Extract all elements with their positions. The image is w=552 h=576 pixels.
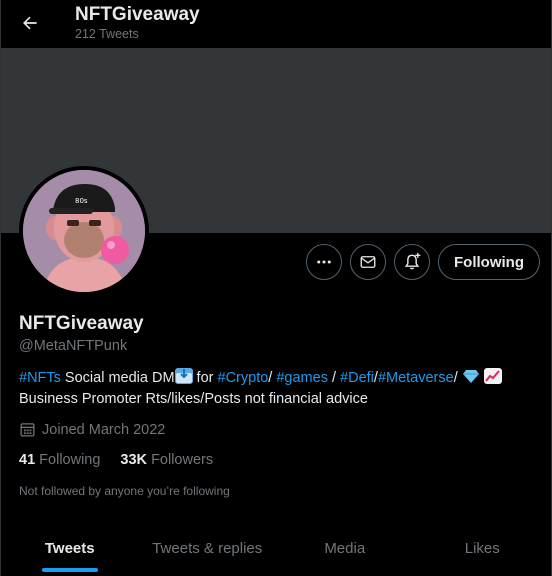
- svg-text:80s: 80s: [75, 197, 88, 205]
- ape-avatar-illustration: 80s: [23, 170, 145, 292]
- profile-bio: #NFTs Social media DM for #Crypto / #game…: [19, 368, 539, 410]
- bell-plus-icon: [404, 252, 421, 270]
- joined-text: Joined March 2022: [42, 421, 166, 438]
- more-icon: [317, 260, 331, 264]
- following-count-link[interactable]: 41 Following: [19, 452, 100, 468]
- diamond-emoji-icon: [462, 368, 480, 384]
- tweet-count: 212 Tweets: [75, 27, 139, 41]
- active-tab-indicator: [41, 568, 98, 572]
- tab-label: Likes: [464, 539, 500, 557]
- hashtag-metaverse[interactable]: #Metaverse: [378, 370, 454, 386]
- calendar-icon: [20, 423, 35, 437]
- following-label: Following: [39, 452, 101, 468]
- bio-text: /: [453, 370, 462, 386]
- message-button[interactable]: [350, 244, 386, 280]
- joined-date: Joined March 2022: [19, 421, 165, 438]
- bio-text: Social media DM: [60, 370, 175, 386]
- not-followed-notice: Not followed by anyone you’re following: [19, 484, 230, 498]
- profile-tabs: Tweets Tweets & replies Media Likes: [1, 520, 551, 576]
- bio-line-2: Business Promoter Rts/likes/Posts not fi…: [19, 391, 368, 407]
- followers-label: Followers: [151, 452, 214, 468]
- notify-button[interactable]: [394, 244, 430, 280]
- inbox-emoji-icon: [174, 368, 193, 384]
- avatar-image: 80s: [23, 170, 145, 292]
- tab-likes[interactable]: Likes: [414, 520, 552, 576]
- chart-up-emoji-icon: [483, 368, 502, 384]
- hashtag-games[interactable]: #games: [276, 370, 328, 386]
- header-title: NFTGiveaway: [75, 4, 200, 25]
- mail-icon: [360, 256, 376, 268]
- tab-label: Tweets: [44, 539, 95, 557]
- profile-name: NFTGiveaway: [19, 313, 144, 334]
- followers-count-link[interactable]: 33K Followers: [120, 452, 213, 468]
- hashtag-defi[interactable]: #Defi: [340, 370, 374, 386]
- avatar[interactable]: 80s: [19, 166, 149, 296]
- bio-text: for: [192, 370, 218, 386]
- back-button[interactable]: [13, 6, 47, 40]
- followers-count: 33K: [120, 452, 148, 468]
- profile-handle: @MetaNFTPunk: [19, 338, 128, 354]
- following-button[interactable]: Following: [438, 244, 540, 280]
- top-header: NFTGiveaway 212 Tweets: [1, 0, 551, 48]
- profile-page: NFTGiveaway 212 Tweets 80s Following NFT…: [0, 0, 552, 576]
- follow-stats: 41 Following 33K Followers: [19, 452, 213, 468]
- following-count: 41: [19, 452, 36, 468]
- hashtag-crypto[interactable]: #Crypto: [218, 370, 269, 386]
- bio-text: /: [327, 370, 341, 386]
- arrow-left-icon: [23, 16, 37, 30]
- more-button[interactable]: [306, 244, 342, 280]
- tab-tweets-replies[interactable]: Tweets & replies: [139, 520, 277, 576]
- tab-label: Media: [324, 539, 366, 557]
- tab-media[interactable]: Media: [276, 520, 414, 576]
- hashtag-nfts[interactable]: #NFTs: [19, 370, 61, 386]
- tab-label: Tweets & replies: [152, 539, 263, 557]
- tab-tweets[interactable]: Tweets: [1, 520, 139, 576]
